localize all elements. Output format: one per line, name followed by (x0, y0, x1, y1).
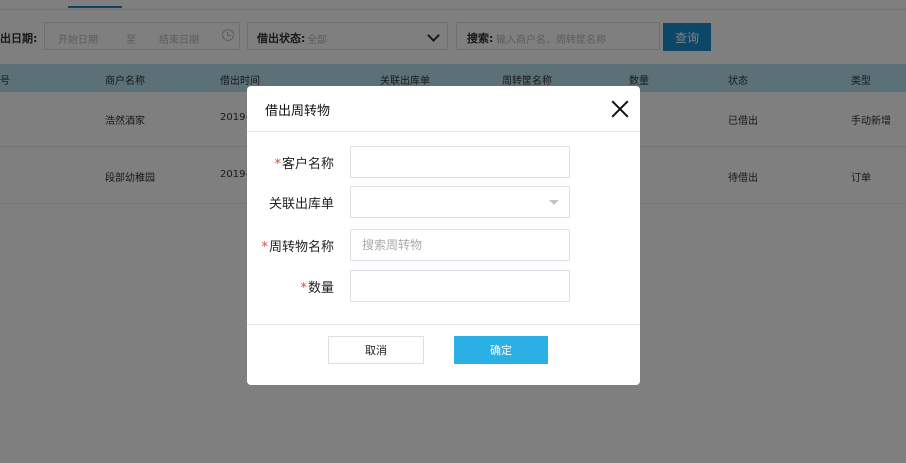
lend-item-dialog: 借出周转物 *客户名称 关联出库单 *周转物名称 *数量 取消 确定 (247, 86, 640, 385)
outbound-order-select[interactable] (350, 186, 570, 218)
required-mark: * (261, 240, 268, 255)
customer-name-label: *客户名称 (274, 157, 334, 172)
customer-name-row: *客户名称 (247, 146, 640, 178)
required-mark: * (274, 157, 281, 172)
dialog-title: 借出周转物 (265, 104, 331, 119)
outbound-order-label: 关联出库单 (268, 197, 334, 212)
quantity-label: *数量 (300, 281, 334, 296)
dialog-header: 借出周转物 (247, 86, 640, 132)
caret-down-icon (549, 200, 559, 205)
outbound-order-row: 关联出库单 (247, 186, 640, 218)
required-mark: * (300, 281, 307, 296)
quantity-input[interactable] (350, 270, 570, 302)
item-name-label: *周转物名称 (261, 240, 334, 255)
quantity-row: *数量 (247, 270, 640, 302)
dialog-footer: 取消 确定 (247, 324, 640, 386)
item-name-row: *周转物名称 (247, 229, 640, 261)
confirm-button[interactable]: 确定 (454, 336, 548, 364)
close-icon[interactable] (611, 100, 629, 118)
customer-name-input[interactable] (350, 146, 570, 178)
cancel-button[interactable]: 取消 (328, 336, 424, 364)
item-search-input[interactable] (350, 229, 570, 261)
